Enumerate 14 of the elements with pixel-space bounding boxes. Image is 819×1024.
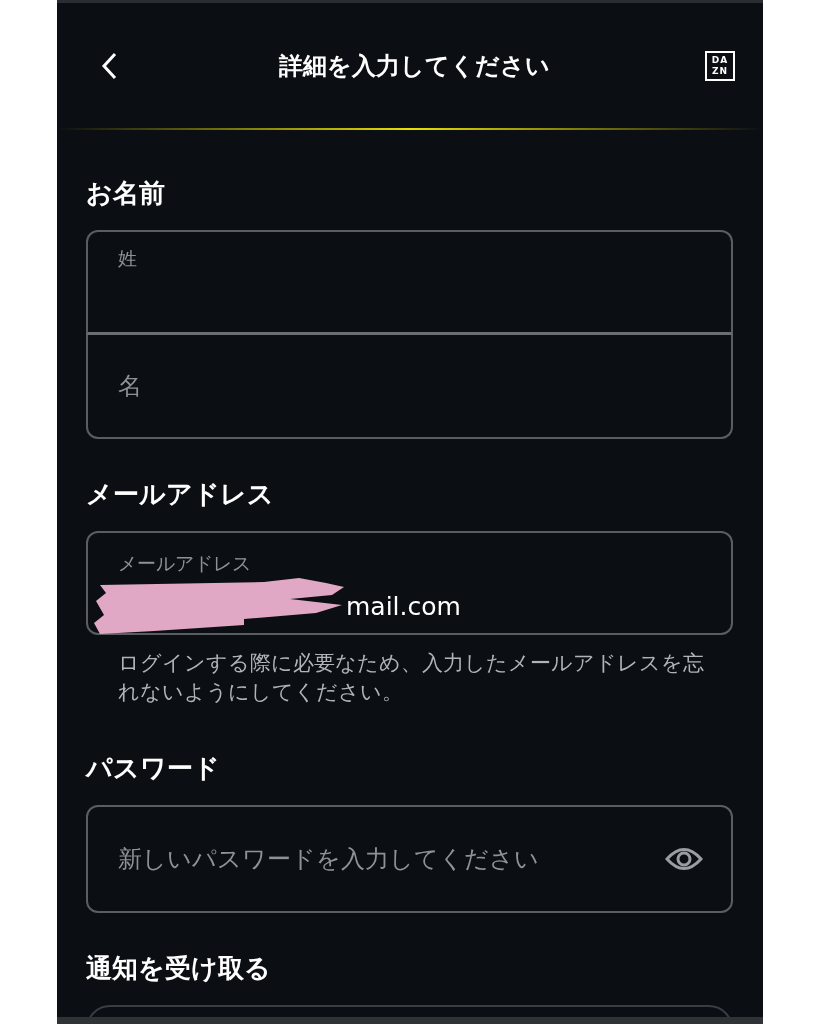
section-heading: メールアドレス — [86, 478, 275, 511]
section-heading: パスワード — [86, 752, 221, 785]
email-field[interactable]: メールアドレス mail.com — [86, 531, 733, 635]
input-field[interactable]: 名 — [86, 335, 733, 439]
section-heading: お名前 — [86, 177, 166, 210]
field-label: メールアドレス — [118, 551, 252, 576]
input-field[interactable]: 姓 — [86, 230, 733, 335]
eye-icon[interactable] — [665, 846, 703, 872]
page-title: 詳細を入力してください — [277, 50, 551, 82]
password-field[interactable]: 新しいパスワードを入力してください — [86, 805, 733, 913]
field-value: mail.com — [346, 591, 461, 621]
section-heading: 通知を受け取る — [86, 952, 272, 985]
logo: DA ZN — [705, 50, 735, 81]
helper-text: ログインする際に必要なため、入力したメールアドレスを忘れないようにしてください。 — [118, 650, 705, 706]
